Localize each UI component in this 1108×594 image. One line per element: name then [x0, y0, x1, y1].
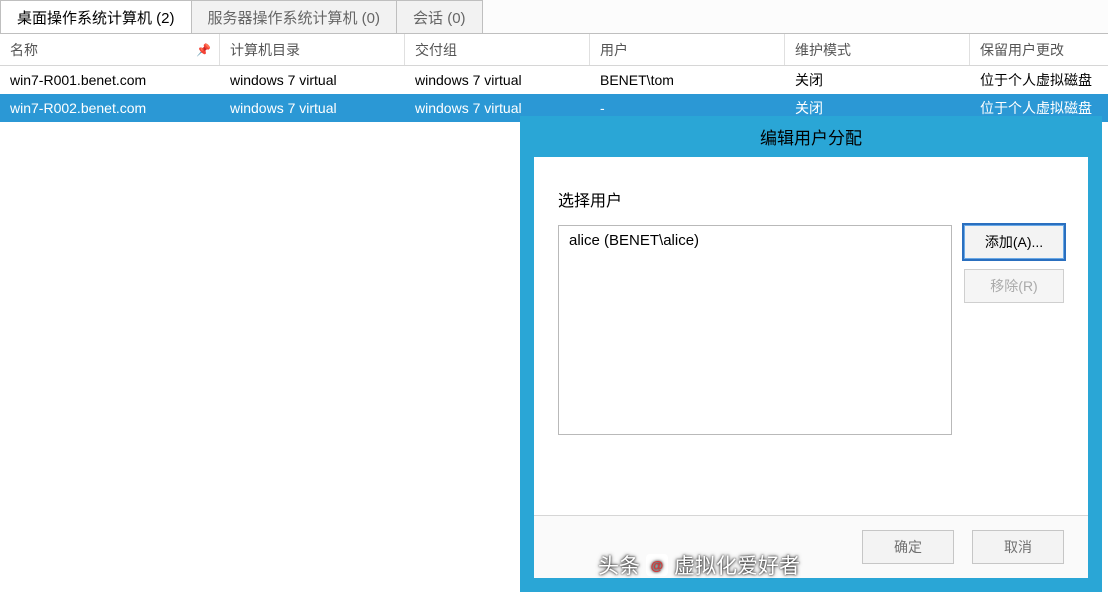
col-header-folder[interactable]: 计算机目录	[220, 34, 405, 65]
tab-bar: 桌面操作系统计算机 (2) 服务器操作系统计算机 (0) 会话 (0)	[0, 0, 1108, 34]
col-header-user[interactable]: 用户	[590, 34, 785, 65]
col-header-keep[interactable]: 保留用户更改	[970, 34, 1108, 65]
side-buttons: 添加(A)... 移除(R)	[964, 225, 1064, 435]
pin-icon: 📌	[196, 43, 211, 57]
cell-folder: windows 7 virtual	[220, 68, 405, 92]
table-row[interactable]: win7-R001.benet.com windows 7 virtual wi…	[0, 66, 1108, 94]
select-user-label: 选择用户	[558, 187, 1064, 211]
table-body: win7-R001.benet.com windows 7 virtual wi…	[0, 66, 1108, 122]
ok-button[interactable]: 确定	[862, 530, 954, 564]
cell-mode: 关闭	[785, 66, 970, 94]
cell-delivery: windows 7 virtual	[405, 68, 590, 92]
edit-user-dialog: 编辑用户分配 选择用户 alice (BENET\alice) 添加(A)...…	[520, 116, 1102, 592]
tab-server-os[interactable]: 服务器操作系统计算机 (0)	[191, 0, 398, 33]
col-header-name[interactable]: 名称 📌	[0, 34, 220, 65]
user-listbox[interactable]: alice (BENET\alice)	[558, 225, 952, 435]
cell-user: BENET\tom	[590, 68, 785, 92]
remove-button: 移除(R)	[964, 269, 1064, 303]
cell-keep: 位于个人虚拟磁盘	[970, 66, 1108, 94]
dialog-body: 选择用户 alice (BENET\alice) 添加(A)... 移除(R)	[534, 157, 1088, 515]
cell-name: win7-R002.benet.com	[0, 96, 220, 120]
add-button[interactable]: 添加(A)...	[964, 225, 1064, 259]
col-header-delivery[interactable]: 交付组	[405, 34, 590, 65]
dialog-title: 编辑用户分配	[520, 116, 1102, 157]
col-header-mode[interactable]: 维护模式	[785, 34, 970, 65]
dialog-footer: 确定 取消	[534, 515, 1088, 578]
tab-sessions[interactable]: 会话 (0)	[396, 0, 483, 33]
cancel-button[interactable]: 取消	[972, 530, 1064, 564]
cell-name: win7-R001.benet.com	[0, 68, 220, 92]
cell-folder: windows 7 virtual	[220, 96, 405, 120]
table-header: 名称 📌 计算机目录 交付组 用户 维护模式 保留用户更改	[0, 34, 1108, 66]
list-item[interactable]: alice (BENET\alice)	[569, 232, 941, 249]
tab-desktop-os[interactable]: 桌面操作系统计算机 (2)	[0, 0, 192, 33]
